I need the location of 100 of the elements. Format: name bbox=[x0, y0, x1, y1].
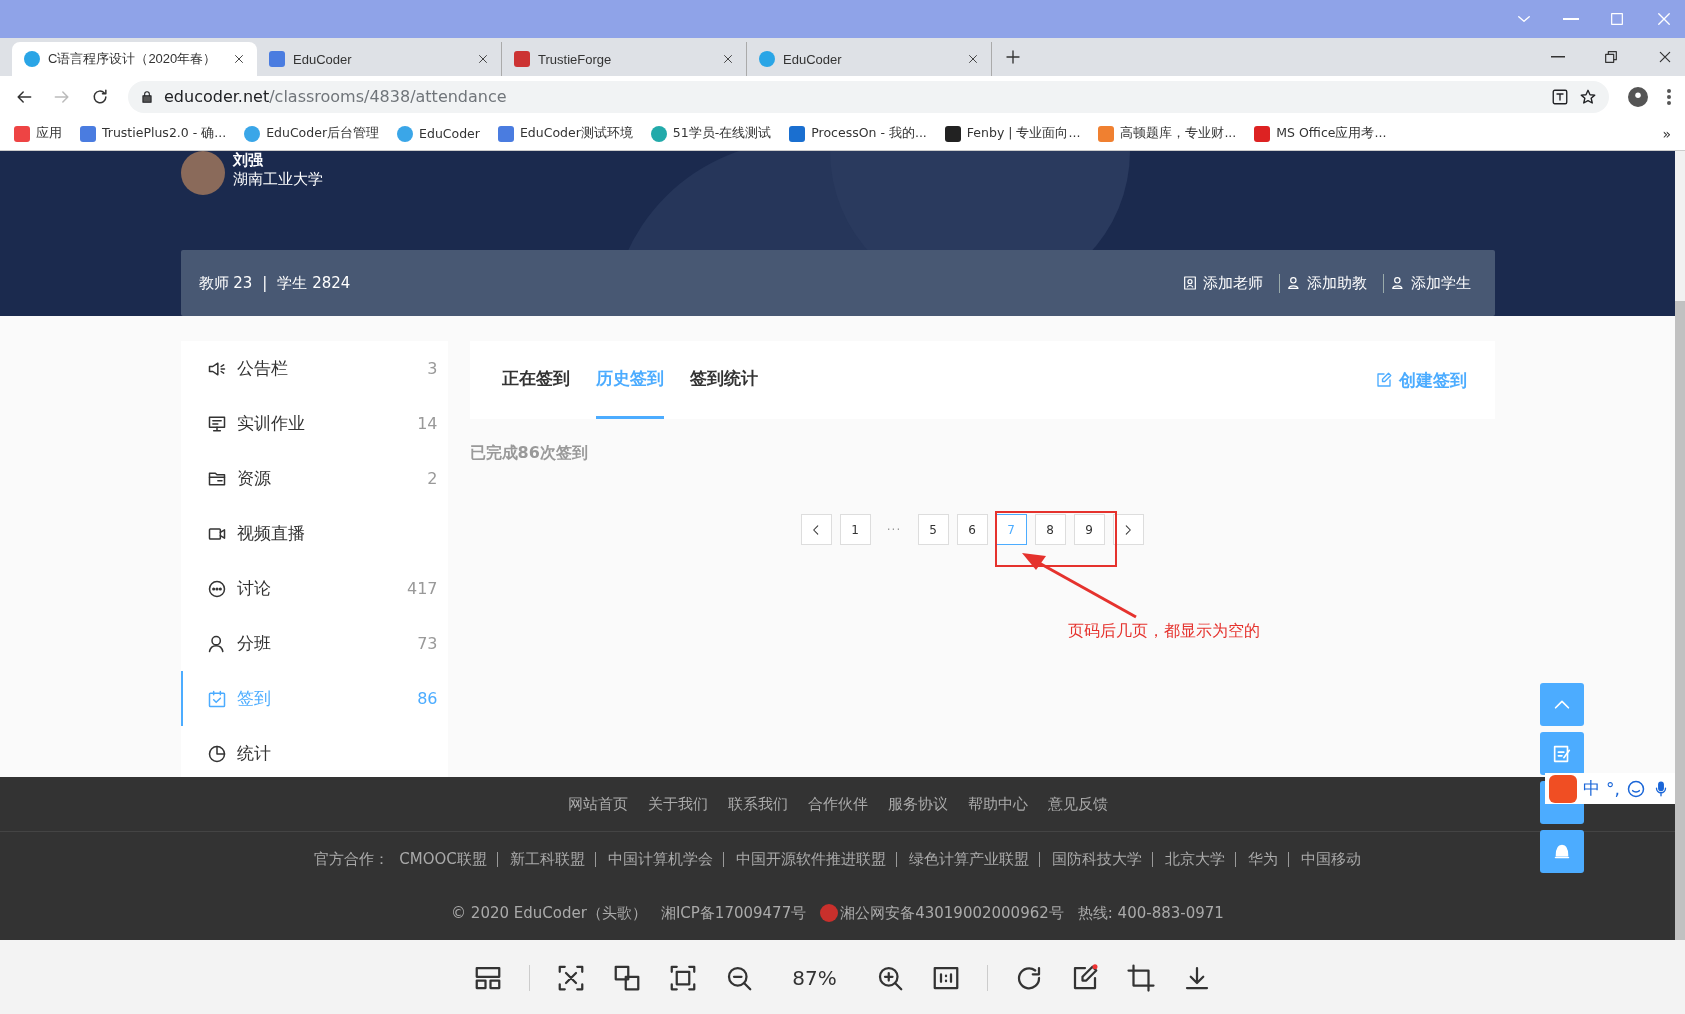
add-member-button[interactable]: 添加学生 bbox=[1382, 273, 1477, 293]
bookmark[interactable]: EduCoder后台管理 bbox=[244, 125, 380, 142]
icp-link[interactable]: 湘ICP备17009477号 bbox=[660, 903, 807, 923]
site-logo-icon bbox=[80, 125, 96, 142]
bookmark[interactable]: 51学员-在线测试 bbox=[650, 125, 772, 142]
next-page-button[interactable] bbox=[1112, 514, 1144, 545]
footer-link[interactable]: 关于我们 bbox=[647, 794, 708, 814]
partner-link[interactable]: 北京大学 bbox=[1151, 851, 1225, 867]
page-button[interactable]: 6 bbox=[956, 514, 988, 545]
close-icon bbox=[1655, 10, 1673, 28]
address-bar[interactable]: educoder.net/classrooms/4838/attendance bbox=[128, 80, 1609, 113]
partner-link[interactable]: 中国计算机学会 bbox=[594, 851, 713, 867]
partner-link[interactable]: 中国移动 bbox=[1287, 851, 1361, 867]
bookmark[interactable]: Fenby | 专业面向... bbox=[944, 125, 1081, 142]
site-logo-icon bbox=[397, 125, 414, 142]
site-logo-icon bbox=[650, 125, 667, 142]
footer-link[interactable]: 意见反馈 bbox=[1047, 794, 1108, 814]
page-button[interactable]: 1 bbox=[839, 514, 871, 545]
school-name: 湖南工业大学 bbox=[232, 170, 323, 189]
footer-link[interactable]: 帮助中心 bbox=[967, 794, 1028, 814]
ime-mode-button[interactable]: 中 bbox=[1583, 777, 1600, 800]
bookmark[interactable]: EduCoder测试环境 bbox=[497, 125, 633, 142]
more-bookmarks-button[interactable]: » bbox=[1662, 125, 1671, 142]
site-logo-icon bbox=[1254, 125, 1271, 142]
user-name: 刘强 bbox=[232, 151, 264, 170]
sidebar-item[interactable]: 分班 73 bbox=[180, 616, 448, 671]
partner-link[interactable]: 中国开源软件推进联盟 bbox=[722, 851, 886, 867]
site-logo-icon bbox=[24, 51, 40, 67]
person-icon bbox=[1285, 275, 1302, 291]
attendance-tab[interactable]: 正在签到 bbox=[501, 341, 570, 419]
maximize-icon bbox=[1609, 11, 1625, 27]
close-icon bbox=[477, 53, 489, 65]
url-text: educoder.net/classrooms/4838/attendance bbox=[164, 87, 507, 106]
browser-tab[interactable]: EduCoder bbox=[257, 42, 502, 76]
scrollbar-thumb[interactable] bbox=[1675, 301, 1685, 940]
minimize-icon bbox=[1551, 56, 1565, 58]
add-member-button[interactable]: 添加助教 bbox=[1278, 273, 1373, 293]
copyright-text: © 2020 EduCoder（头歌） bbox=[451, 903, 647, 923]
partner-link[interactable]: 绿色计算产业联盟 bbox=[895, 851, 1029, 867]
smiley-icon bbox=[1625, 778, 1646, 799]
close-icon bbox=[233, 53, 245, 65]
partner-link[interactable]: 新工科联盟 bbox=[496, 851, 585, 867]
close-icon bbox=[722, 53, 734, 65]
teacher-count: 教师 23 bbox=[198, 273, 253, 293]
apps-grid-icon bbox=[14, 125, 30, 142]
partner-link[interactable]: 国防科技大学 bbox=[1038, 851, 1142, 867]
sidebar-item[interactable]: 统计 bbox=[180, 726, 448, 781]
chat-icon bbox=[206, 578, 227, 599]
browser-tab[interactable]: EduCoder bbox=[747, 42, 992, 76]
bookmark[interactable]: 应用 bbox=[14, 125, 62, 142]
sidebar-item[interactable]: 资源 2 bbox=[180, 451, 448, 506]
site-logo-icon bbox=[789, 125, 806, 142]
calendar-check-icon bbox=[206, 688, 227, 709]
sidebar-item[interactable]: 讨论 417 bbox=[180, 561, 448, 616]
footer-link[interactable]: 网站首页 bbox=[567, 794, 628, 814]
page-button[interactable]: 5 bbox=[917, 514, 949, 545]
bookmark[interactable]: MS Office应用考... bbox=[1254, 125, 1387, 142]
partner-link[interactable]: CMOOC联盟 bbox=[399, 849, 487, 869]
edit-icon bbox=[1374, 371, 1393, 389]
ime-logo-icon bbox=[1549, 774, 1577, 803]
star-icon bbox=[1579, 87, 1597, 106]
ime-mode-button[interactable]: °, bbox=[1606, 778, 1620, 799]
footer-link[interactable]: 合作伙伴 bbox=[807, 794, 868, 814]
site-logo-icon bbox=[944, 125, 961, 142]
sidebar-item[interactable]: 公告栏 3 bbox=[180, 341, 448, 396]
more-vertical-icon bbox=[1667, 88, 1671, 105]
id-card-icon bbox=[1181, 275, 1198, 291]
lock-icon bbox=[140, 89, 154, 104]
footer-link[interactable]: 服务协议 bbox=[887, 794, 948, 814]
bookmark[interactable]: 高顿题库，专业财... bbox=[1098, 125, 1237, 142]
browser-tab[interactable]: TrustieForge bbox=[502, 42, 747, 76]
footer-link[interactable]: 联系我们 bbox=[727, 794, 788, 814]
sidebar-item[interactable]: 视频直播 bbox=[180, 506, 448, 561]
translate-icon bbox=[1551, 87, 1569, 106]
close-icon bbox=[1657, 49, 1673, 65]
browser-tab[interactable]: C语言程序设计（2020年春） bbox=[12, 42, 257, 76]
person-icon bbox=[1389, 275, 1406, 291]
page-button[interactable]: 8 bbox=[1034, 514, 1066, 545]
site-logo-icon bbox=[497, 125, 514, 142]
new-tab-button[interactable] bbox=[1004, 48, 1022, 66]
sidebar-item[interactable]: 实训作业 14 bbox=[180, 396, 448, 451]
police-record-link[interactable]: 湘公网安备43019002000962号 bbox=[840, 903, 1064, 923]
restore-icon bbox=[1603, 49, 1619, 65]
bookmark[interactable]: TrustiePlus2.0 - 确... bbox=[80, 125, 227, 142]
attendance-tab[interactable]: 签到统计 bbox=[689, 341, 758, 419]
student-count: 学生 2824 bbox=[277, 273, 351, 293]
hotline-text: 热线: 400-883-0971 bbox=[1077, 903, 1224, 923]
bookmark[interactable]: ProcessOn - 我的... bbox=[789, 125, 927, 142]
zoom-level: 87% bbox=[791, 965, 838, 990]
partner-link[interactable]: 华为 bbox=[1234, 851, 1278, 867]
add-member-button[interactable]: 添加老师 bbox=[1175, 273, 1269, 293]
site-logo-icon bbox=[759, 51, 775, 67]
page-button[interactable]: 9 bbox=[1073, 514, 1105, 545]
bookmark[interactable]: EduCoder bbox=[397, 125, 480, 142]
site-logo-icon bbox=[269, 51, 285, 67]
site-logo-icon bbox=[514, 51, 530, 67]
site-logo-icon bbox=[244, 125, 261, 142]
person-icon bbox=[206, 633, 227, 654]
partners-label: 官方合作： bbox=[314, 849, 390, 869]
account-icon bbox=[1627, 85, 1649, 108]
